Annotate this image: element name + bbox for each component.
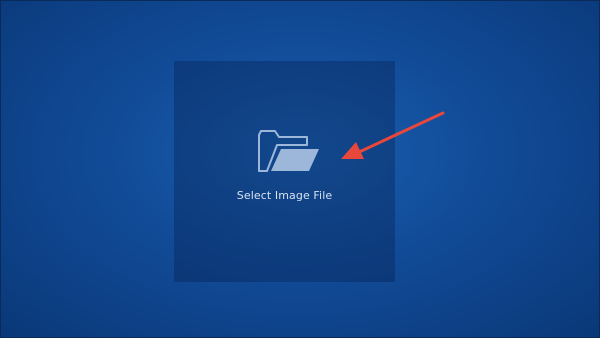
folder-open-icon[interactable] bbox=[257, 129, 321, 173]
app-screen: Select Image File bbox=[0, 0, 600, 338]
select-image-file-label[interactable]: Select Image File bbox=[174, 189, 395, 202]
